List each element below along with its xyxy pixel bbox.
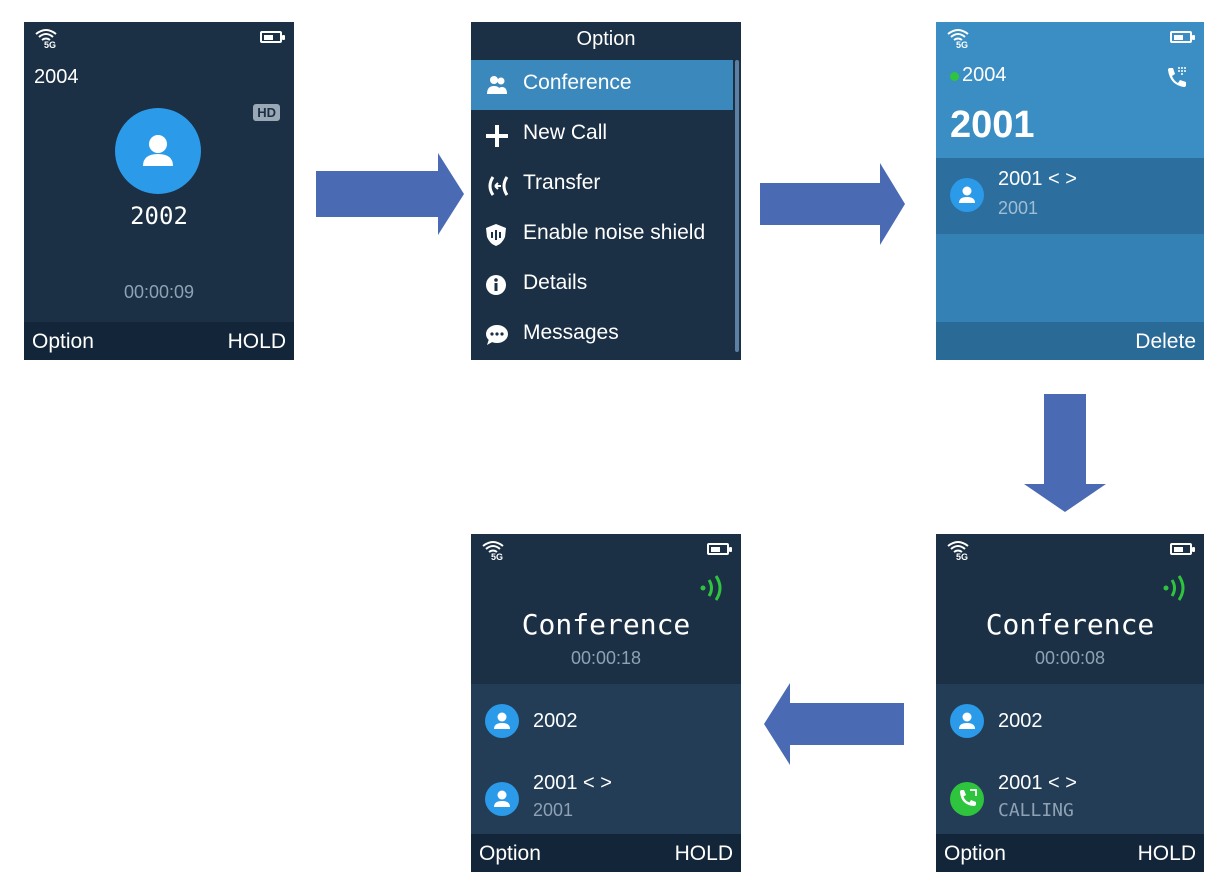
status-bar: 5G bbox=[24, 22, 294, 56]
wifi-5g-icon: 5G bbox=[35, 29, 57, 49]
participants-list: 2002 2001 < > 2001 bbox=[471, 684, 741, 834]
dialpad-phone-icon bbox=[1168, 67, 1186, 87]
participant-name: 2002 bbox=[998, 710, 1043, 732]
svg-text:5G: 5G bbox=[956, 552, 968, 561]
softkey-hold[interactable]: HOLD bbox=[675, 842, 733, 866]
menu-item-label: Details bbox=[523, 271, 588, 294]
softkey-bar: Delete bbox=[936, 322, 1204, 360]
contact-avatar bbox=[950, 704, 984, 738]
menu-item-details[interactable]: Details bbox=[471, 260, 733, 310]
conference-timer: 00:00:08 bbox=[1034, 648, 1106, 668]
participant-row[interactable]: 2002 bbox=[471, 684, 741, 754]
softkey-bar: Option HOLD bbox=[24, 322, 294, 360]
softkey-bar: Option HOLD bbox=[936, 834, 1204, 872]
menu-item-label: Conference bbox=[523, 71, 632, 94]
contact-avatar bbox=[485, 704, 519, 738]
menu-item-conference[interactable]: Conference bbox=[471, 60, 733, 110]
flow-arrow-right bbox=[760, 163, 905, 245]
wifi-5g-icon: 5G bbox=[947, 29, 969, 49]
menu-item-label: New Call bbox=[523, 121, 608, 144]
battery-icon bbox=[1170, 31, 1195, 43]
softkey-option[interactable]: Option bbox=[32, 330, 94, 354]
menu-item-new-call[interactable]: New Call bbox=[471, 110, 733, 160]
info-icon bbox=[486, 275, 506, 295]
menu-item-label: Transfer bbox=[523, 171, 601, 194]
transfer-icon bbox=[488, 176, 509, 196]
participant-row[interactable]: 2001 < > CALLING bbox=[936, 754, 1204, 834]
dialed-number[interactable]: 2001 bbox=[950, 104, 1035, 147]
flow-arrow-right bbox=[316, 153, 464, 235]
phone-calling-icon bbox=[960, 789, 977, 806]
menu-item-transfer[interactable]: Transfer bbox=[471, 160, 733, 210]
call-active-icon bbox=[1163, 575, 1185, 601]
dial-header: 5G 2004 2001 bbox=[936, 22, 1204, 158]
call-active-icon bbox=[700, 575, 722, 601]
line-status-dot bbox=[950, 72, 959, 81]
participant-row[interactable]: 2002 bbox=[936, 684, 1204, 754]
message-icon bbox=[486, 325, 508, 345]
flow-arrow-down bbox=[1024, 394, 1106, 512]
participant-status: CALLING bbox=[998, 800, 1074, 821]
option-menu-screen: Option Conference New Call Transfer Enab… bbox=[471, 22, 741, 360]
conference-title: Conference bbox=[521, 608, 691, 641]
conference-active-screen: 5G Conference 00:00:18 2002 2001 < > 200 bbox=[471, 534, 741, 872]
wifi-5g-icon: 5G bbox=[947, 541, 969, 561]
svg-text:5G: 5G bbox=[491, 552, 503, 561]
participant-name: 2001 < > bbox=[998, 772, 1077, 794]
person-icon bbox=[494, 790, 510, 807]
line-label: 2004 bbox=[34, 66, 79, 88]
menu-item-label: Messages bbox=[523, 321, 619, 344]
menu-item-label: Enable noise shield bbox=[523, 221, 706, 244]
suggestion-number: 2001 bbox=[998, 198, 1039, 218]
contact-avatar bbox=[485, 782, 519, 816]
contact-avatar bbox=[115, 108, 201, 194]
status-bar: 5G bbox=[471, 534, 741, 568]
shield-icon bbox=[486, 224, 506, 246]
person-icon bbox=[959, 712, 975, 729]
softkey-hold[interactable]: HOLD bbox=[1138, 842, 1196, 866]
plus-icon bbox=[486, 125, 508, 147]
menu-item-noise-shield[interactable]: Enable noise shield bbox=[471, 210, 733, 260]
participant-name: 2001 < > bbox=[533, 772, 612, 794]
status-bar: 5G bbox=[936, 534, 1204, 568]
conference-calling-screen: 5G Conference 00:00:08 2002 2001 < > CAL… bbox=[936, 534, 1204, 872]
softkey-option[interactable]: Option bbox=[944, 842, 1006, 866]
person-icon bbox=[143, 135, 173, 166]
participant-number: 2001 bbox=[533, 800, 574, 820]
suggestion-name: 2001 < > bbox=[998, 168, 1077, 190]
participants-list: 2002 2001 < > CALLING bbox=[936, 684, 1204, 834]
contact-suggestion[interactable]: 2001 < > 2001 bbox=[936, 158, 1204, 234]
conference-icon bbox=[487, 76, 507, 94]
line-label: 2004 bbox=[962, 64, 1007, 86]
battery-icon bbox=[1170, 543, 1195, 555]
battery-icon bbox=[260, 31, 285, 43]
call-timer: 00:00:09 bbox=[123, 282, 195, 302]
softkey-hold[interactable]: HOLD bbox=[228, 330, 286, 354]
softkey-delete[interactable]: Delete bbox=[1135, 330, 1196, 354]
calling-avatar bbox=[950, 782, 984, 816]
menu-item-messages[interactable]: Messages bbox=[471, 310, 733, 360]
dial-screen: 5G 2004 2001 2001 < > 2001 Delete bbox=[936, 22, 1204, 360]
flow-arrow-left bbox=[764, 683, 904, 765]
person-icon bbox=[959, 186, 975, 203]
call-screen: 5G 2004 HD 2002 00:00:09 Option HOLD bbox=[24, 22, 294, 360]
participant-row[interactable]: 2001 < > 2001 bbox=[471, 754, 741, 834]
softkey-option[interactable]: Option bbox=[479, 842, 541, 866]
battery-icon bbox=[707, 543, 732, 555]
participant-name: 2002 bbox=[533, 710, 578, 732]
contact-avatar bbox=[950, 178, 984, 212]
conference-timer: 00:00:18 bbox=[570, 648, 642, 668]
svg-text:5G: 5G bbox=[44, 40, 56, 49]
hd-badge: HD bbox=[253, 104, 280, 121]
svg-text:5G: 5G bbox=[956, 40, 968, 49]
menu-title: Option bbox=[576, 28, 636, 50]
call-number: 2002 bbox=[130, 202, 188, 230]
menu-scrollbar[interactable] bbox=[735, 60, 739, 352]
wifi-5g-icon: 5G bbox=[482, 541, 504, 561]
conference-title: Conference bbox=[985, 608, 1155, 641]
softkey-bar: Option HOLD bbox=[471, 834, 741, 872]
person-icon bbox=[494, 712, 510, 729]
